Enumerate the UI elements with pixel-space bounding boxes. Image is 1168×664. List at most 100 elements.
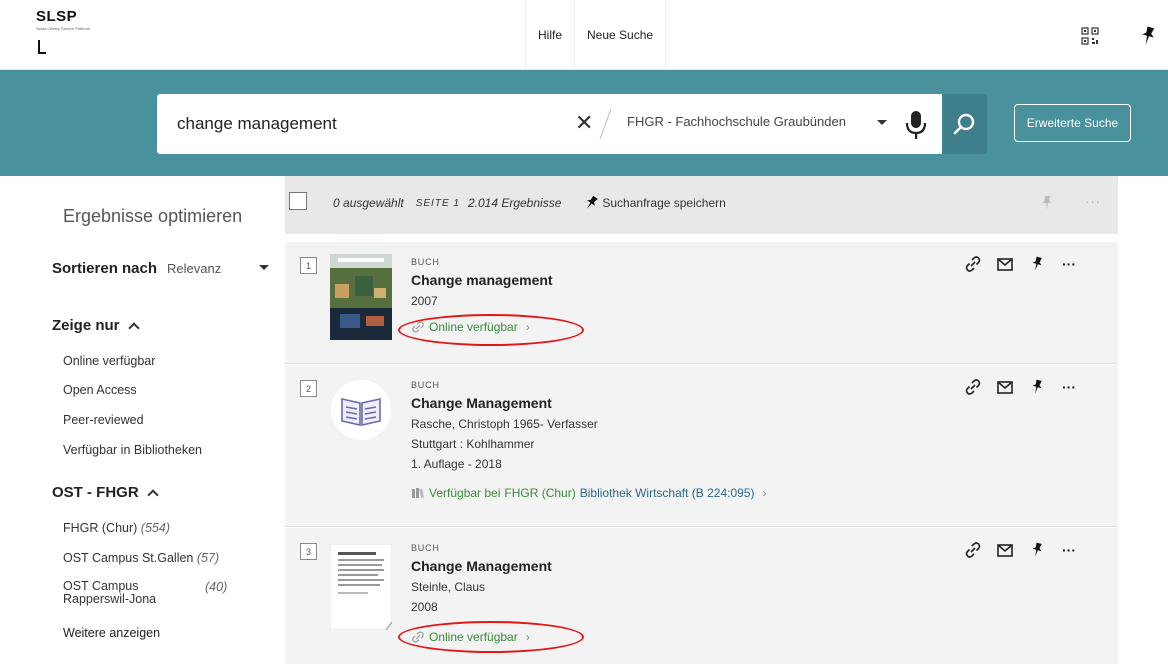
result-actions: ···	[957, 377, 1085, 397]
show-more-link[interactable]: Weitere anzeigen	[63, 626, 160, 640]
facet-library-header[interactable]: OST - FHGR	[52, 484, 159, 501]
qr-code-icon[interactable]	[1081, 27, 1099, 45]
sort-value[interactable]: Relevanz	[167, 261, 221, 276]
result-card[interactable]: 1 BUCH Change management 2007 Online ver…	[285, 242, 1118, 364]
link-icon	[412, 631, 424, 643]
result-number[interactable]: 1	[300, 257, 317, 274]
result-author: Steinle, Claus	[411, 580, 486, 594]
results-toolbar: 0 ausgewählt SEITE 1 2.014 Ergebnisse Su…	[285, 176, 1118, 234]
results-summary: 0 ausgewählt SEITE 1 2.014 Ergebnisse Su…	[333, 195, 726, 211]
facet-open-access[interactable]: Open Access	[63, 383, 137, 397]
scope-caret-icon[interactable]	[877, 120, 887, 125]
logo-main-text: SLSP	[36, 8, 78, 25]
facet-ost-rapperswil[interactable]: OST Campus Rapperswil-Jona (40)	[63, 580, 243, 606]
facet-fhgr-chur[interactable]: FHGR (Chur) (554)	[63, 521, 170, 535]
refine-sidebar: Ergebnisse optimieren Sortieren nach Rel…	[0, 176, 285, 664]
email-icon[interactable]	[989, 377, 1021, 397]
result-publisher: Stuttgart : Kohlhammer	[411, 437, 535, 451]
sidebar-title: Ergebnisse optimieren	[63, 206, 243, 226]
book-cover-thumbnail[interactable]	[330, 254, 392, 340]
chevron-up-icon	[127, 321, 140, 334]
search-input[interactable]	[177, 114, 567, 134]
pin-icon[interactable]	[1040, 194, 1054, 212]
facet-ost-stgallen[interactable]: OST Campus St.Gallen (57)	[63, 551, 219, 565]
select-all-checkbox[interactable]	[289, 192, 307, 210]
library-availability-link[interactable]: Verfügbar bei FHGR (Chur) Bibliothek Wir…	[411, 486, 766, 500]
search-box: ✕ FHGR - Fachhochschule Graubünden	[157, 94, 942, 154]
result-type: BUCH	[411, 257, 440, 267]
sort-row[interactable]: Sortieren nach Relevanz	[52, 260, 221, 277]
facet-peer-reviewed[interactable]: Peer-reviewed	[63, 413, 144, 427]
email-icon[interactable]	[989, 540, 1021, 560]
facet-show-only-header[interactable]: Zeige nur	[52, 317, 140, 334]
result-number[interactable]: 3	[300, 543, 317, 560]
results-count: 2.014 Ergebnisse	[467, 196, 562, 210]
result-number[interactable]: 2	[300, 380, 317, 397]
nav-new-search[interactable]: Neue Suche	[574, 0, 667, 70]
nav-help[interactable]: Hilfe	[525, 0, 574, 70]
more-options-icon[interactable]: ···	[1085, 194, 1101, 209]
document-thumbnail[interactable]	[330, 544, 392, 630]
facet-available-in-libraries[interactable]: Verfügbar in Bibliotheken	[63, 443, 202, 457]
online-availability-link[interactable]: Online verfügbar ›	[411, 630, 530, 644]
facet-ost-stgallen-count: (57)	[196, 551, 220, 565]
result-actions: ···	[957, 254, 1085, 274]
result-title[interactable]: Change Management	[411, 395, 552, 411]
result-card[interactable]: 3 BUCH Change Management Steinle, Claus …	[285, 528, 1118, 664]
sort-caret-icon[interactable]	[259, 265, 269, 270]
clear-search-icon[interactable]: ✕	[575, 112, 593, 134]
facet-ost-rapperswil-count: (40)	[205, 580, 228, 594]
advanced-search-button[interactable]: Erweiterte Suche	[1014, 104, 1131, 142]
top-bar: SLSP Swiss Library Service Platform Hilf…	[0, 0, 1168, 70]
pin-icon[interactable]	[1021, 540, 1053, 560]
email-icon[interactable]	[989, 254, 1021, 274]
selected-count: 0 ausgewählt	[333, 196, 404, 210]
facet-online-available[interactable]: Online verfügbar	[63, 354, 155, 368]
facet-ost-stgallen-label: OST Campus St.Gallen	[63, 551, 194, 565]
result-title[interactable]: Change management	[411, 272, 553, 288]
result-year: 2007	[411, 294, 438, 308]
logo-corner-mark	[38, 40, 46, 54]
microphone-icon[interactable]	[905, 110, 927, 140]
save-query-button[interactable]: Suchanfrage speichern	[583, 195, 726, 211]
pin-icon[interactable]	[1139, 26, 1157, 46]
chevron-up-icon	[147, 488, 159, 501]
search-scope-select[interactable]: FHGR - Fachhochschule Graubünden	[627, 114, 846, 129]
result-actions: ···	[957, 540, 1085, 560]
result-edition: 1. Auflage - 2018	[411, 457, 502, 471]
facet-ost-rapperswil-label: OST Campus Rapperswil-Jona	[63, 579, 157, 606]
search-band: ✕ FHGR - Fachhochschule Graubünden Erwei…	[0, 70, 1168, 176]
more-actions-icon[interactable]: ···	[1053, 254, 1085, 274]
facet-fhgr-chur-count: (554)	[140, 521, 170, 535]
page-indicator: SEITE 1	[415, 197, 460, 209]
chevron-right-icon: ›	[762, 486, 767, 500]
permalink-icon[interactable]	[957, 377, 989, 397]
slsp-logo[interactable]: SLSP Swiss Library Service Platform	[36, 8, 96, 58]
more-actions-icon[interactable]: ···	[1053, 377, 1085, 397]
availability-text: Online verfügbar	[429, 320, 518, 334]
book-placeholder-icon[interactable]	[330, 379, 392, 441]
availability-library: Bibliothek Wirtschaft (B 224:095)	[579, 486, 755, 500]
save-query-label: Suchanfrage speichern	[602, 196, 726, 210]
online-availability-link[interactable]: Online verfügbar ›	[411, 320, 530, 334]
availability-prefix: Verfügbar bei	[429, 486, 501, 500]
result-card[interactable]: 2 BUCH Change Management Rasche, Christo…	[285, 365, 1118, 527]
result-year: 2008	[411, 600, 438, 614]
pin-icon[interactable]	[1021, 254, 1053, 274]
facet-library-title: OST - FHGR	[52, 484, 139, 501]
more-actions-icon[interactable]: ···	[1053, 540, 1085, 560]
logo-sub-text: Swiss Library Service Platform	[36, 26, 91, 31]
availability-text: Online verfügbar	[429, 630, 518, 644]
link-icon	[412, 321, 424, 333]
chevron-right-icon: ›	[525, 320, 530, 334]
sort-label: Sortieren nach	[52, 260, 158, 277]
facet-show-only-title: Zeige nur	[52, 317, 120, 334]
search-icon	[953, 113, 974, 135]
result-title[interactable]: Change Management	[411, 558, 552, 574]
search-button[interactable]	[942, 94, 987, 154]
result-type: BUCH	[411, 543, 440, 553]
pin-icon[interactable]	[1021, 377, 1053, 397]
main-nav: Hilfe Neue Suche	[525, 0, 667, 70]
permalink-icon[interactable]	[957, 540, 989, 560]
permalink-icon[interactable]	[957, 254, 989, 274]
